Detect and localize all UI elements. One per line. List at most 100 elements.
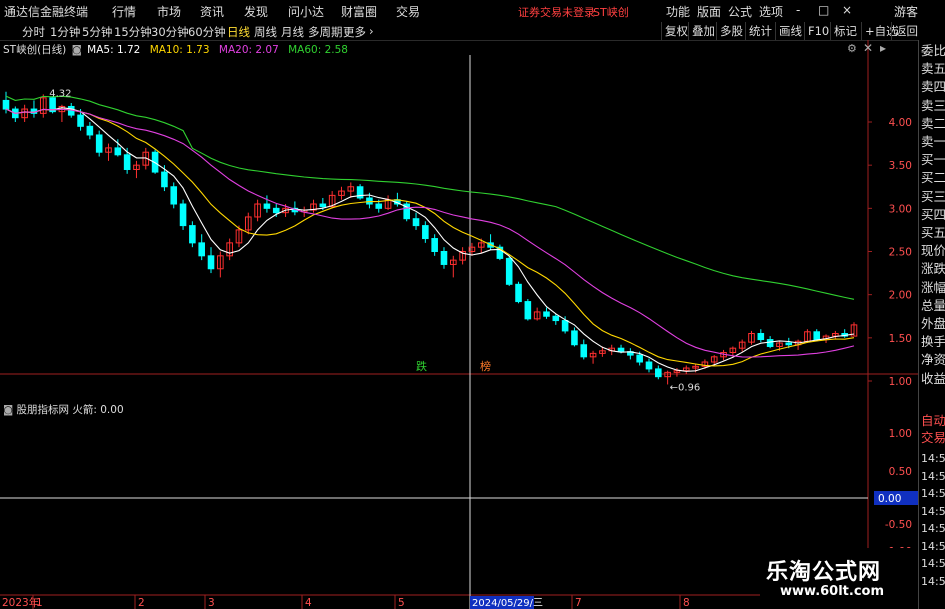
menu-layout[interactable]: 版面 <box>697 3 721 20</box>
candle-body <box>431 238 438 253</box>
fall-marker: 跌 <box>416 359 427 373</box>
tick-time: 14:56 <box>921 522 945 535</box>
settings-icon[interactable]: ◙ <box>72 44 82 56</box>
candle-body <box>319 203 327 208</box>
f10-button[interactable]: F10 <box>804 22 832 40</box>
period-5min[interactable]: 5分钟 <box>82 24 112 40</box>
gear-icon[interactable]: ⚙ <box>847 42 857 55</box>
y-tick-label: 3.50 <box>889 160 912 172</box>
close-icon[interactable]: × <box>842 3 852 17</box>
tick-time: 14:56 <box>921 504 945 518</box>
candle-body <box>198 242 205 257</box>
sub-chart-legend: ◙ 股朋指标网 火箭: 0.00 <box>3 402 124 417</box>
candle-body <box>77 114 84 127</box>
candle-body <box>272 207 280 214</box>
ma10-line <box>5 108 855 367</box>
order-panel-label: 买四 <box>921 206 945 222</box>
x-tick-label: 3 <box>208 597 215 609</box>
period-weekly[interactable]: 周线 <box>254 24 277 40</box>
order-panel-label: 收益 <box>921 370 945 386</box>
order-panel-label: 卖二 <box>921 115 945 131</box>
order-panel-label: 买一 <box>921 152 945 168</box>
order-panel-label: 卖四 <box>921 79 945 95</box>
chart-title: ST峡创(日线) <box>3 44 67 56</box>
y-tick-label: 2.50 <box>889 247 912 259</box>
menu-options[interactable]: 选项 <box>759 3 783 20</box>
period-1min[interactable]: 1分钟 <box>50 24 80 40</box>
sub-y-tick-label: 0.50 <box>889 466 912 478</box>
tick-time: 14:55 <box>921 469 945 483</box>
expand-icon[interactable]: ▸ <box>880 41 886 55</box>
period-monthly[interactable]: 月线 <box>281 24 304 40</box>
ma60-label: MA60: 2.58 <box>288 44 348 56</box>
candle-body <box>123 154 131 170</box>
tick-time: 14:55 <box>921 487 945 500</box>
candle-body <box>95 134 103 153</box>
period-toolbar: 分时 1分钟 5分钟 15分钟 30分钟 60分钟 日线 周线 月线 多周期 更… <box>0 22 945 41</box>
menu-item-quote[interactable]: 行情 <box>112 3 136 20</box>
y-tick-label: 3.00 <box>889 203 912 215</box>
menu-item-info[interactable]: 资讯 <box>200 3 224 20</box>
menu-bar: 通达信金融终端 行情 市场 资讯 发现 问小达 财富圈 交易 证券交易未登录 S… <box>0 0 945 23</box>
candle-body <box>366 197 373 205</box>
high-price-label: 4.32 <box>49 88 71 99</box>
period-more[interactable]: 更多 <box>343 24 366 40</box>
candle-body <box>189 225 196 244</box>
back-button[interactable]: 返回 <box>891 22 921 40</box>
period-30min[interactable]: 30分钟 <box>151 24 189 40</box>
candle-body <box>766 339 774 347</box>
stats-button[interactable]: 统计 <box>745 22 775 40</box>
candle-body <box>552 315 560 322</box>
menu-item-ask[interactable]: 问小达 <box>288 3 324 20</box>
order-panel-label: 总量 <box>921 297 945 313</box>
order-panel-label: 换手 <box>921 334 945 350</box>
menu-item-discover[interactable]: 发现 <box>244 3 268 20</box>
cursor-date: 2024/05/29/三 <box>472 598 543 609</box>
menu-item-trade[interactable]: 交易 <box>396 3 420 20</box>
y-tick-label: 2.00 <box>889 290 912 302</box>
period-tick[interactable]: 分时 <box>22 24 45 40</box>
order-book-panel: 委比 卖五 卖四 卖三 卖二 卖一 买一 买二 买三 买四 买五 现价 涨跌 涨幅 总量 外盘 换手 净资 收益 自动… <box>918 40 945 609</box>
rank-marker: 榜 <box>480 359 491 373</box>
order-panel-label: 净资 <box>921 352 945 368</box>
adjust-button[interactable]: 复权 <box>661 22 691 40</box>
x-tick-label: 2023年 <box>2 596 39 609</box>
overlay-button[interactable]: 叠加 <box>688 22 718 40</box>
ma20-line <box>5 108 855 358</box>
multi-stock-button[interactable]: 多股 <box>716 22 746 40</box>
candle-body <box>505 257 513 285</box>
auto-trade-label[interactable]: 自动 <box>921 414 945 428</box>
candle-body <box>636 354 643 363</box>
period-60min[interactable]: 60分钟 <box>188 24 226 40</box>
menu-function[interactable]: 功能 <box>666 3 690 20</box>
period-daily[interactable]: 日线 <box>227 24 250 40</box>
candle-body <box>813 331 821 341</box>
guest-label[interactable]: 游客 <box>894 3 918 20</box>
kline-chart[interactable]: 4.00 3.50 3.00 2.50 2.00 1.50 1.00 1.00 0.50 0.00… <box>0 40 918 609</box>
candle-body <box>86 125 94 136</box>
menu-item-wealth[interactable]: 财富圈 <box>341 3 377 20</box>
mark-button[interactable]: 标记 <box>830 22 860 40</box>
x-tick-label: 1 <box>36 597 43 609</box>
maximize-icon[interactable]: □ <box>818 3 829 17</box>
period-multi[interactable]: 多周期 <box>308 24 343 40</box>
candle-body <box>179 203 187 227</box>
period-15min[interactable]: 15分钟 <box>114 24 152 40</box>
auto-trade-label[interactable]: 交易 <box>921 431 945 445</box>
close-panel-icon[interactable]: ✕ <box>863 41 873 55</box>
y-tick-label: 1.00 <box>889 376 912 388</box>
candle-body <box>2 99 10 110</box>
candle-body <box>561 320 569 332</box>
menu-item-market[interactable]: 市场 <box>157 3 181 20</box>
candle-body <box>440 251 448 265</box>
trade-login-status[interactable]: 证券交易未登录 <box>518 4 595 20</box>
menu-formula[interactable]: 公式 <box>728 3 752 20</box>
draw-button[interactable]: 画线 <box>775 22 805 40</box>
chevron-right-icon[interactable]: › <box>369 24 374 38</box>
order-panel-label: 涨幅 <box>921 279 945 295</box>
candle-body <box>757 333 765 341</box>
order-panel-label: 买二 <box>921 170 945 186</box>
minimize-icon[interactable]: - <box>796 3 800 17</box>
candle-body <box>263 203 271 209</box>
indicator-settings-icon[interactable]: ◙ <box>3 404 13 416</box>
